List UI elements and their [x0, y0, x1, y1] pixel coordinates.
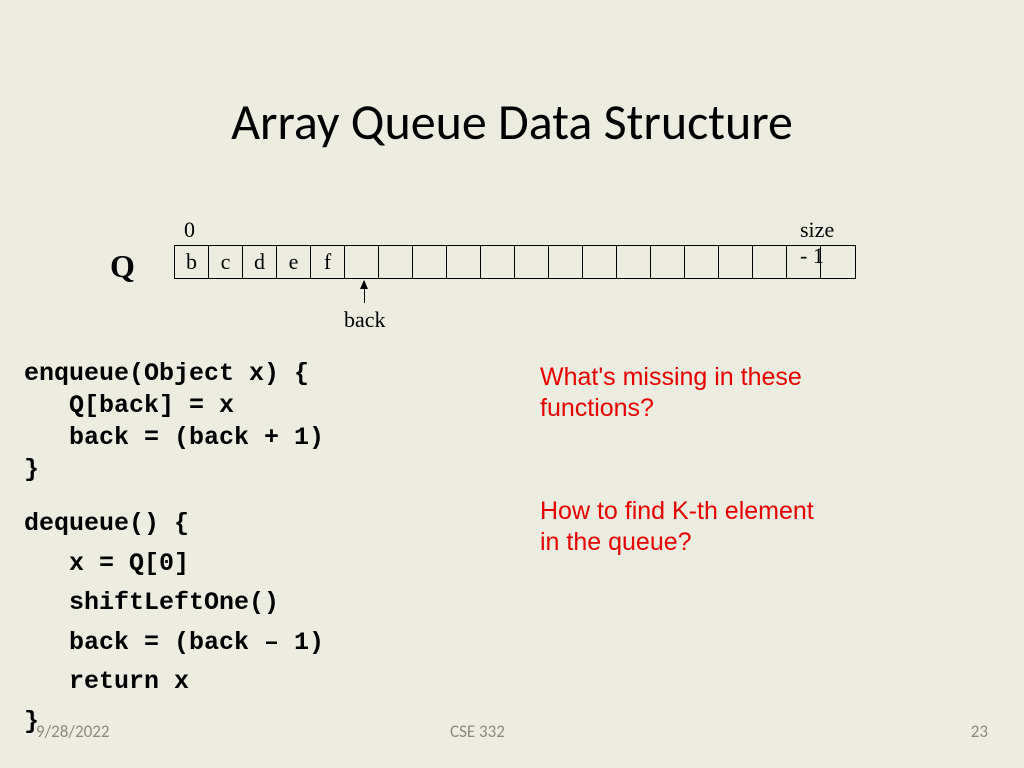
array-cell	[481, 246, 515, 278]
array-cell	[719, 246, 753, 278]
footer-page-number: 23	[971, 721, 988, 742]
array-cell	[651, 246, 685, 278]
dequeue-code: dequeue() { x = Q[0] shiftLeftOne() back…	[24, 504, 324, 741]
footer-course: CSE 332	[450, 721, 505, 742]
array-cell	[447, 246, 481, 278]
footer-date: 9/28/2022	[36, 721, 109, 742]
array-cell: d	[243, 246, 277, 278]
array-cell	[753, 246, 787, 278]
array-cell: f	[311, 246, 345, 278]
array-cell: b	[175, 246, 209, 278]
question-missing: What's missing in these functions?	[540, 362, 802, 425]
array-cell	[379, 246, 413, 278]
array-cell: c	[209, 246, 243, 278]
index-zero-label: 0	[184, 217, 195, 243]
question-kth: How to find K-th element in the queue?	[540, 496, 814, 559]
array-cells: b c d e f	[174, 245, 856, 279]
array-cell	[787, 246, 821, 278]
array-cell	[345, 246, 379, 278]
question-line: How to find K-th element	[540, 497, 814, 525]
question-line: functions?	[540, 394, 654, 422]
question-line: in the queue?	[540, 528, 692, 556]
array-cell	[413, 246, 447, 278]
array-cell	[515, 246, 549, 278]
back-label: back	[344, 307, 386, 333]
array-cell	[583, 246, 617, 278]
slide-title: Array Queue Data Structure	[0, 0, 1024, 153]
enqueue-code: enqueue(Object x) { Q[back] = x back = (…	[24, 358, 324, 486]
back-pointer-arrow	[364, 281, 365, 303]
array-cell: e	[277, 246, 311, 278]
array-cell	[617, 246, 651, 278]
array-cell	[821, 246, 855, 278]
question-line: What's missing in these	[540, 363, 802, 391]
queue-label: Q	[110, 248, 135, 285]
array-cell	[549, 246, 583, 278]
array-cell	[685, 246, 719, 278]
